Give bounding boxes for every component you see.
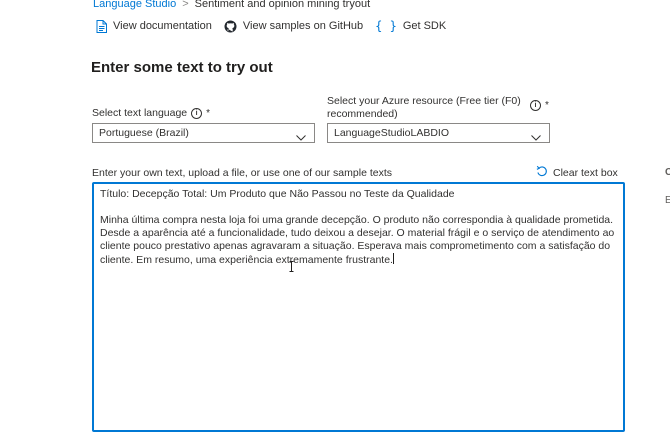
breadcrumb: Language Studio > Sentiment and opinion …	[93, 0, 370, 10]
chevron-down-icon	[296, 129, 306, 147]
resource-dropdown-value: LanguageStudioLABDIO	[334, 127, 450, 139]
toolbar: View documentation View samples on GitHu…	[96, 19, 458, 33]
chevron-down-icon	[531, 129, 541, 147]
text-body: Minha última compra nesta loja foi uma g…	[100, 214, 615, 266]
clear-text-box-button[interactable]: Clear text box	[536, 165, 618, 180]
text-input-label: Enter your own text, upload a file, or u…	[92, 167, 392, 179]
language-dropdown[interactable]: Portuguese (Brazil)	[92, 123, 315, 143]
required-mark: *	[206, 108, 211, 119]
info-icon[interactable]: i	[191, 108, 203, 119]
text-input-area[interactable]: Título: Decepção Total: Um Produto que N…	[92, 182, 625, 432]
resource-label: Select your Azure resource (Free tier (F…	[327, 95, 521, 120]
resource-info-group: i *	[530, 100, 549, 111]
code-braces-icon: { }	[375, 19, 397, 33]
breadcrumb-separator: >	[182, 0, 189, 10]
language-dropdown-value: Portuguese (Brazil)	[99, 127, 189, 139]
right-panel-text-fragment: E	[665, 195, 670, 206]
text-body-group: Minha última compra nesta loja foi uma g…	[100, 214, 617, 267]
view-documentation-link[interactable]: View documentation	[96, 19, 212, 33]
text-cursor-icon	[289, 259, 294, 277]
view-documentation-label: View documentation	[113, 20, 212, 32]
required-mark: *	[545, 100, 549, 111]
resource-dropdown[interactable]: LanguageStudioLABDIO	[327, 123, 550, 143]
breadcrumb-current: Sentiment and opinion mining tryout	[194, 0, 371, 10]
breadcrumb-root-link[interactable]: Language Studio	[93, 0, 176, 10]
text-title-line: Título: Decepção Total: Um Produto que N…	[100, 188, 455, 200]
language-label-group: Select text language i *	[92, 107, 210, 120]
document-icon	[96, 19, 107, 33]
view-samples-github-label: View samples on GitHub	[242, 20, 364, 32]
undo-icon	[536, 165, 548, 180]
clear-text-box-label: Clear text box	[553, 166, 618, 179]
text-caret	[392, 253, 394, 264]
page-title: Enter some text to try out	[91, 59, 273, 76]
get-sdk-link[interactable]: { } Get SDK	[375, 19, 446, 33]
github-icon	[224, 20, 237, 33]
view-samples-github-link[interactable]: View samples on GitHub	[224, 20, 363, 33]
right-panel-heading-fragment: C	[665, 167, 670, 178]
language-label: Select text language	[92, 107, 188, 119]
info-icon[interactable]: i	[530, 100, 541, 111]
get-sdk-label: Get SDK	[402, 20, 447, 32]
